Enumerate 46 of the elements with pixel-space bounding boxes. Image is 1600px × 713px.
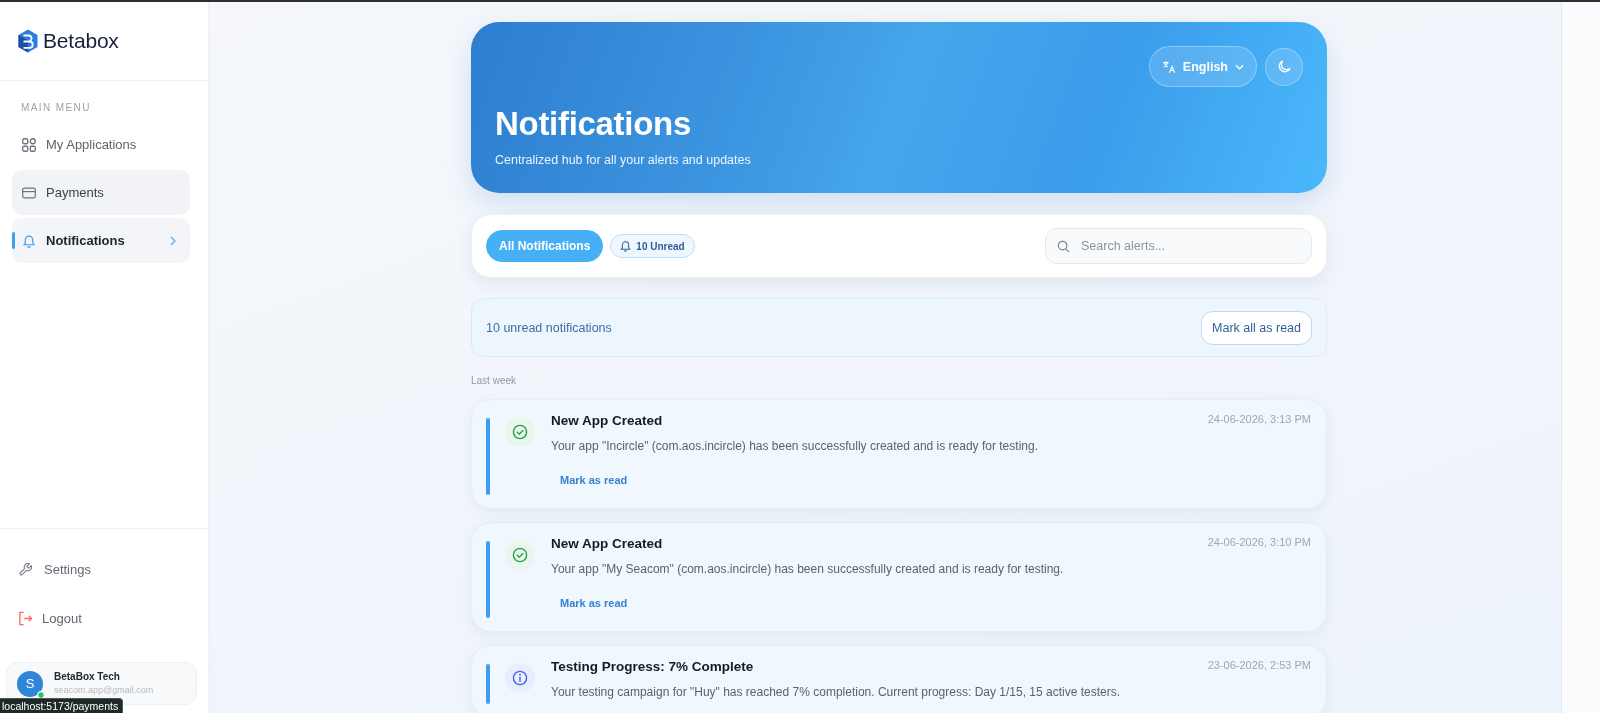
search-field[interactable]: Search alerts... [1045, 228, 1312, 264]
group-label: Last week [471, 374, 517, 388]
chevron-right-icon [170, 235, 176, 246]
translate-icon [1161, 59, 1176, 74]
notification-time: 23-06-2026, 2:53 PM [1207, 658, 1311, 672]
notification-message: Your app "Incircle" (com.aos.incircle) has been successfully created and is ready for testing. [551, 438, 1038, 455]
notification-message: Your testing campaign for "Huy" has reached 7% completion. Current progress: Day 1/15, 15 active testers. [551, 684, 1121, 701]
credit-card-icon [22, 185, 36, 200]
notification-title: Testing Progress: 7% Complete [551, 658, 754, 676]
unread-summary-text: 10 unread notifications [486, 320, 612, 335]
notification-time: 24-06-2026, 3:13 PM [1207, 412, 1311, 426]
sidebar-footer-item[interactable]: Settings [19, 546, 196, 592]
menu-item[interactable]: My Applications [12, 122, 190, 167]
menu-item[interactable]: Payments [12, 170, 190, 215]
sidebar-footer-item[interactable]: Logout [18, 595, 196, 641]
notification-title: New App Created [551, 535, 663, 553]
notification-message: Your app "My Seacom" (com.aos.incircle) has been successfully created and is ready for testing. [551, 561, 1064, 578]
mark-as-read-button[interactable]: Mark as read [551, 591, 637, 615]
cube-logo-icon [18, 29, 38, 53]
bell-icon [620, 240, 632, 252]
search-icon [1057, 239, 1070, 253]
check-circle-icon [505, 540, 535, 570]
page-title: Notifications [495, 104, 692, 144]
status-url-tooltip: localhost:5173/payments [0, 698, 124, 713]
user-email: seacom.app@gmail.com [54, 684, 154, 697]
user-name: BetaBox Tech [54, 670, 121, 684]
notification-title: New App Created [551, 412, 663, 430]
notification-time: 24-06-2026, 3:10 PM [1207, 535, 1311, 549]
mark-all-read-button[interactable]: Mark all as read [1201, 310, 1312, 345]
bell-icon [22, 233, 36, 248]
check-circle-icon [505, 417, 535, 447]
filter-tab[interactable]: 10 Unread [610, 234, 695, 258]
brand-name: Betabox [43, 29, 119, 53]
moon-icon [1276, 59, 1292, 74]
scrollbar-track[interactable] [1561, 2, 1600, 713]
logout-icon [18, 610, 33, 626]
grid-icon [22, 137, 36, 152]
avatar: S [17, 670, 43, 697]
menu-item[interactable]: Notifications [12, 218, 190, 263]
page-subtitle: Centralized hub for all your alerts and updates [495, 152, 752, 169]
chevron-down-icon [1235, 63, 1244, 70]
wrench-icon [19, 562, 32, 576]
mark-as-read-button[interactable]: Mark as read [551, 468, 637, 492]
info-circle-icon [505, 663, 535, 693]
menu-section-label: MAIN MENU [21, 101, 91, 115]
theme-toggle-button[interactable] [1265, 47, 1303, 86]
